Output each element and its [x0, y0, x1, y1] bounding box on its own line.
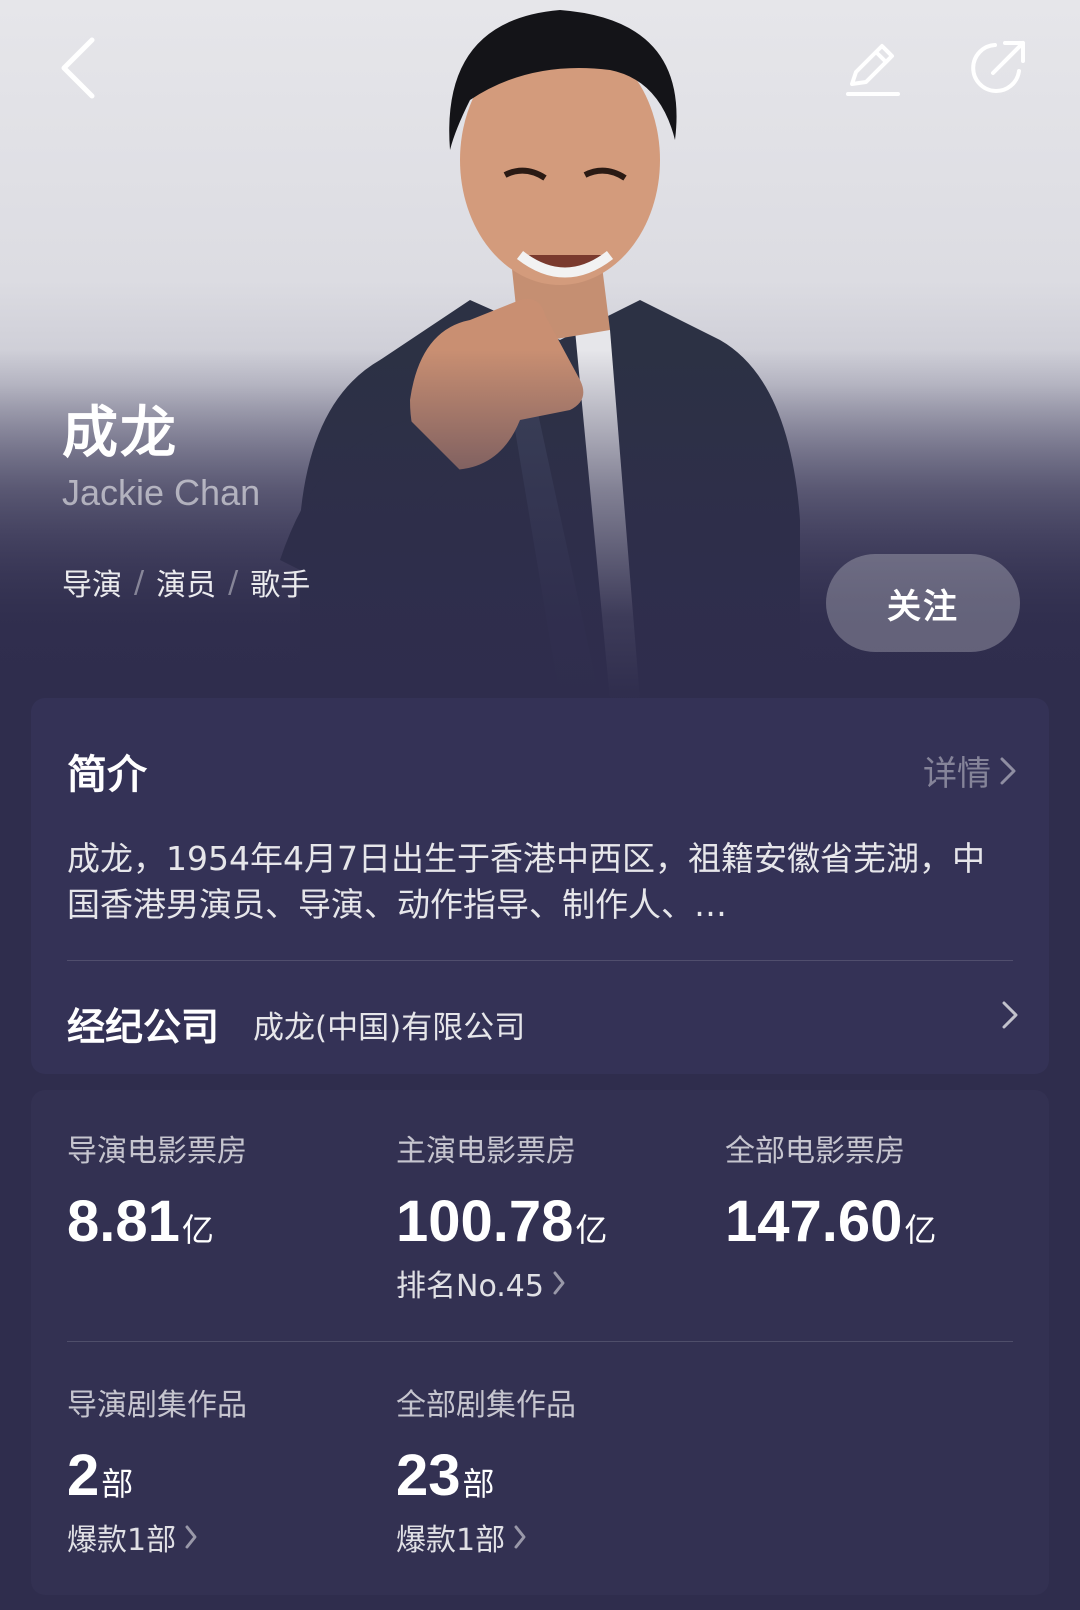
stat-number: 8.81 — [67, 1189, 180, 1254]
edit-button[interactable] — [836, 32, 908, 104]
back-button[interactable] — [42, 32, 114, 104]
stat-value: 147.60亿 — [725, 1188, 936, 1255]
chevron-right-icon — [514, 1525, 526, 1549]
stat-director-box-office: 导演电影票房 8.81亿 — [67, 1126, 247, 1255]
intro-title: 简介 — [67, 752, 147, 798]
stat-director-series: 导演剧集作品 2部 爆款1部 — [67, 1380, 247, 1559]
chevron-left-icon — [61, 37, 95, 99]
intro-text: 成龙，1954年4月7日出生于香港中西区，祖籍安徽省芜湖，中国香港男演员、导演、… — [67, 839, 985, 924]
person-english-name: Jackie Chan — [62, 472, 261, 513]
role-separator: / — [228, 564, 239, 600]
stat-unit: 亿 — [575, 1211, 608, 1249]
ranking-label: 排名No.45 — [396, 1269, 544, 1304]
agency-link[interactable] — [1001, 1000, 1019, 1034]
chevron-right-icon — [185, 1525, 197, 1549]
agency-label: 经纪公司 — [67, 1005, 220, 1049]
role-tags: 导演 / 演员 / 歌手 — [62, 560, 310, 604]
intro-details-link[interactable]: 详情 — [923, 746, 1017, 795]
role-tag: 演员 — [156, 568, 217, 603]
chevron-right-icon — [1000, 757, 1016, 784]
hit-works-label: 爆款1部 — [67, 1523, 177, 1558]
stat-label: 导演剧集作品 — [67, 1388, 247, 1423]
stat-number: 100.78 — [396, 1189, 574, 1254]
stat-unit: 部 — [101, 1465, 134, 1503]
stat-number: 147.60 — [725, 1189, 903, 1254]
role-tag: 歌手 — [250, 568, 311, 603]
chevron-right-icon — [553, 1271, 565, 1295]
hit-works-link[interactable]: 爆款1部 — [396, 1515, 576, 1559]
hit-works-link[interactable]: 爆款1部 — [67, 1515, 247, 1559]
stat-unit: 亿 — [181, 1211, 214, 1249]
stat-label: 全部电影票房 — [725, 1134, 905, 1169]
stat-label: 主演电影票房 — [396, 1134, 576, 1169]
stat-lead-box-office: 主演电影票房 100.78亿 排名No.45 — [396, 1126, 607, 1305]
stat-unit: 部 — [462, 1465, 495, 1503]
stat-label: 全部剧集作品 — [396, 1388, 576, 1423]
divider — [67, 960, 1013, 961]
stat-value: 2部 — [67, 1442, 247, 1509]
ranking-link[interactable]: 排名No.45 — [396, 1261, 607, 1305]
agency-value[interactable]: 成龙(中国)有限公司 — [253, 1002, 525, 1047]
role-separator: / — [134, 564, 145, 600]
stat-number: 23 — [396, 1443, 461, 1508]
stat-total-series: 全部剧集作品 23部 爆款1部 — [396, 1380, 576, 1559]
stat-total-box-office: 全部电影票房 147.60亿 — [725, 1126, 936, 1255]
stat-value: 23部 — [396, 1442, 576, 1509]
stat-label: 导演电影票房 — [67, 1134, 247, 1169]
stat-number: 2 — [67, 1443, 100, 1508]
stats-card: 导演电影票房 8.81亿 主演电影票房 100.78亿 排名No.45 全部电影… — [31, 1090, 1049, 1595]
pencil-icon — [846, 44, 900, 96]
stat-value: 8.81亿 — [67, 1188, 247, 1255]
share-icon — [971, 41, 1025, 93]
intro-card: 简介 详情 成龙，1954年4月7日出生于香港中西区，祖籍安徽省芜湖，中国香港男… — [31, 698, 1049, 1074]
person-name: 成龙 — [62, 401, 178, 466]
chevron-right-icon — [1002, 1001, 1018, 1029]
hit-works-label: 爆款1部 — [396, 1523, 506, 1558]
hero-header: 成龙 Jackie Chan 导演 / 演员 / 歌手 关注 — [0, 0, 1080, 700]
share-button[interactable] — [962, 32, 1034, 104]
stat-unit: 亿 — [904, 1211, 937, 1249]
divider — [67, 1341, 1013, 1342]
role-tag: 导演 — [62, 568, 122, 603]
intro-details-label: 详情 — [923, 754, 991, 794]
follow-button[interactable]: 关注 — [826, 554, 1020, 652]
stat-value: 100.78亿 — [396, 1188, 607, 1255]
